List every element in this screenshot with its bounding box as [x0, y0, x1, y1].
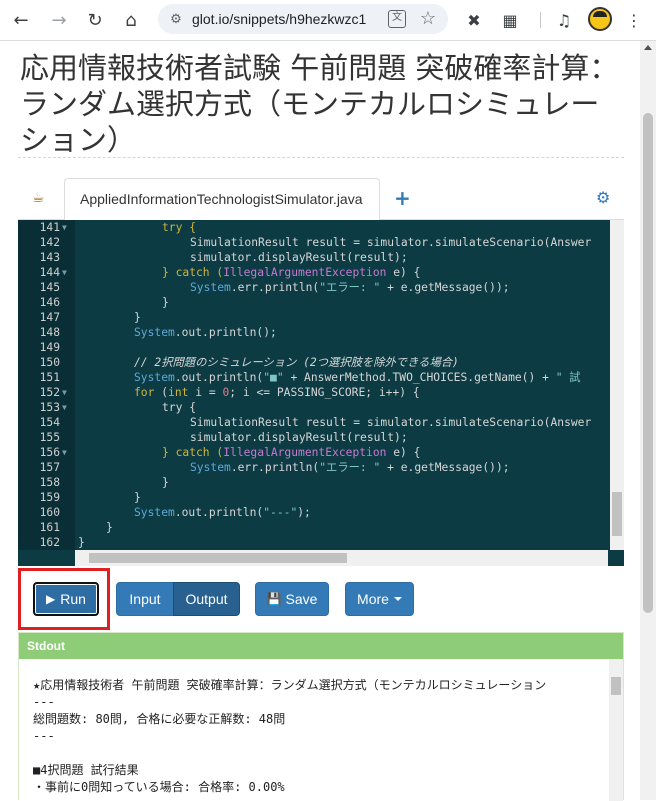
code-line: 150// 2択問題のシミュレーション (2つ選択肢を除外できる場合)	[39, 356, 459, 369]
add-file-icon[interactable]: +	[394, 186, 411, 210]
toolbar-divider	[0, 40, 656, 41]
media-control-icon[interactable]: ♫	[550, 6, 578, 34]
reload-icon[interactable]: ↻	[80, 5, 110, 35]
editor-vscroll-thumb[interactable]	[612, 492, 622, 536]
page-scroll-thumb[interactable]	[643, 113, 653, 613]
back-icon[interactable]: ←	[6, 5, 36, 35]
code-line: 157 System.err.println("エラー: " + e.getMes…	[39, 461, 510, 474]
code-line: 161}	[39, 521, 113, 534]
editor-hscroll-thumb[interactable]	[89, 553, 347, 563]
code-line: 145 System.err.println("エラー: " + e.getMes…	[39, 281, 510, 294]
browser-menu-icon[interactable]: ⋮	[620, 6, 648, 34]
bookmark-star-icon[interactable]: ☆	[420, 8, 436, 29]
tab-file-name: AppliedInformationTechnologistSimulator.…	[80, 191, 363, 207]
save-button[interactable]: 💾 Save	[255, 582, 329, 616]
stdout-body[interactable]: ★応用情報技術者 午前問題 突破確率計算：ランダム選択方式（モンテカルロシミュレ…	[19, 659, 623, 801]
code-line: 151 System.out.println("■" + AnswerMethod…	[39, 371, 581, 384]
code-line: 152 ▼ for (int i = 0; i <= PASSING_SCORE; …	[39, 386, 420, 399]
code-line: 156 ▼} catch (IllegalArgumentException e)…	[39, 446, 421, 459]
play-icon: ▶	[46, 592, 56, 606]
more-label: More	[357, 591, 389, 607]
code-line: 158}	[39, 476, 169, 489]
file-tab-bar: ☕ AppliedInformationTechnologistSimulato…	[18, 178, 624, 221]
stdout-line: 総問題数: 80問, 合格に必要な正解数: 48問	[33, 712, 286, 726]
code-editor[interactable]: 141 ▼ try { 142 SimulationResult result = s…	[18, 220, 624, 566]
stdout-panel: Stdout ★応用情報技術者 午前問題 突破確率計算：ランダム選択方式（モンテ…	[18, 632, 624, 801]
run-button[interactable]: ▶ Run	[33, 582, 99, 616]
stdout-header: Stdout	[19, 633, 623, 659]
code-line: 148 System.out.println();	[39, 326, 277, 339]
editor-horizontal-scrollbar[interactable]	[75, 550, 608, 566]
save-label: Save	[285, 591, 318, 607]
forward-icon[interactable]: →	[44, 5, 74, 35]
code-line: 144 ▼} catch (IllegalArgumentException e)…	[39, 266, 421, 279]
home-icon[interactable]: ⌂	[116, 5, 146, 35]
run-label: Run	[60, 591, 86, 607]
code-line: 149	[39, 341, 60, 354]
page-scrollbar[interactable]	[640, 41, 656, 800]
code-line: 154 SimulationResult result = simulator.s…	[39, 416, 592, 429]
editor-vertical-scrollbar[interactable]	[610, 220, 624, 550]
address-bar[interactable]: ⚙ glot.io/snippets/h9hezkwzc1 文 ☆	[158, 4, 448, 34]
scroll-up-arrow-icon[interactable]	[644, 45, 652, 50]
stdout-scroll-thumb[interactable]	[611, 677, 621, 695]
stdout-line	[33, 745, 609, 762]
page-title: 応用情報技術者試験 午前問題 突破確率計算：ランダム選択方式（モンテカルロシミュ…	[20, 51, 619, 157]
java-language-icon: ☕	[32, 190, 45, 206]
floppy-disk-icon: 💾	[266, 592, 282, 606]
code-line: 160 System.out.println("---");	[39, 506, 311, 519]
code-line: 141 ▼ try {	[39, 221, 197, 234]
stdout-line: ■4択問題 試行結果	[33, 763, 139, 777]
code-lines: 141 ▼ try { 142 SimulationResult result = s…	[18, 220, 608, 550]
stdout-line: ★応用情報技術者 午前問題 突破確率計算：ランダム選択方式（モンテカルロシミュレ…	[33, 678, 547, 692]
code-line: 142 SimulationResult result = simulator.s…	[39, 236, 592, 249]
toolbar-separator	[540, 12, 541, 28]
url-text[interactable]: glot.io/snippets/h9hezkwzc1	[192, 11, 402, 27]
input-button[interactable]: Input	[116, 582, 174, 616]
stdout-line: ---	[33, 729, 55, 743]
browser-toolbar: ← → ↻ ⌂ ⚙ glot.io/snippets/h9hezkwzc1 文 …	[0, 0, 656, 40]
extensions-puzzle-icon[interactable]: ▦	[496, 6, 524, 34]
stdout-scrollbar[interactable]	[609, 659, 623, 801]
stdout-line: ---	[33, 695, 55, 709]
output-button[interactable]: Output	[173, 582, 240, 616]
more-button[interactable]: More	[345, 582, 414, 616]
title-divider	[18, 157, 624, 158]
code-line: 153 ▼ try {	[39, 401, 197, 414]
translate-icon[interactable]: 文	[388, 10, 406, 28]
site-info-icon[interactable]: ⚙	[168, 11, 184, 27]
code-line: 147}	[39, 311, 141, 324]
action-buttons: ▶ Run Input Output 💾 Save More	[18, 568, 624, 630]
code-line: 143 simulator.displayResult(result);	[39, 251, 408, 264]
code-line: 146}	[39, 296, 169, 309]
stdout-line: ・事前に0問知っている場合: 合格率: 0.00%	[33, 780, 285, 794]
caret-down-icon	[393, 597, 402, 601]
code-line: 155 simulator.displayResult(result);	[39, 431, 408, 444]
settings-gear-icon[interactable]: ⚙	[596, 188, 610, 207]
extension-x-icon[interactable]: ✖	[460, 6, 488, 34]
code-line: 162}	[39, 536, 85, 549]
code-line: 159}	[39, 491, 141, 504]
tab-active-file[interactable]: AppliedInformationTechnologistSimulator.…	[64, 178, 380, 221]
profile-avatar[interactable]	[588, 7, 612, 31]
